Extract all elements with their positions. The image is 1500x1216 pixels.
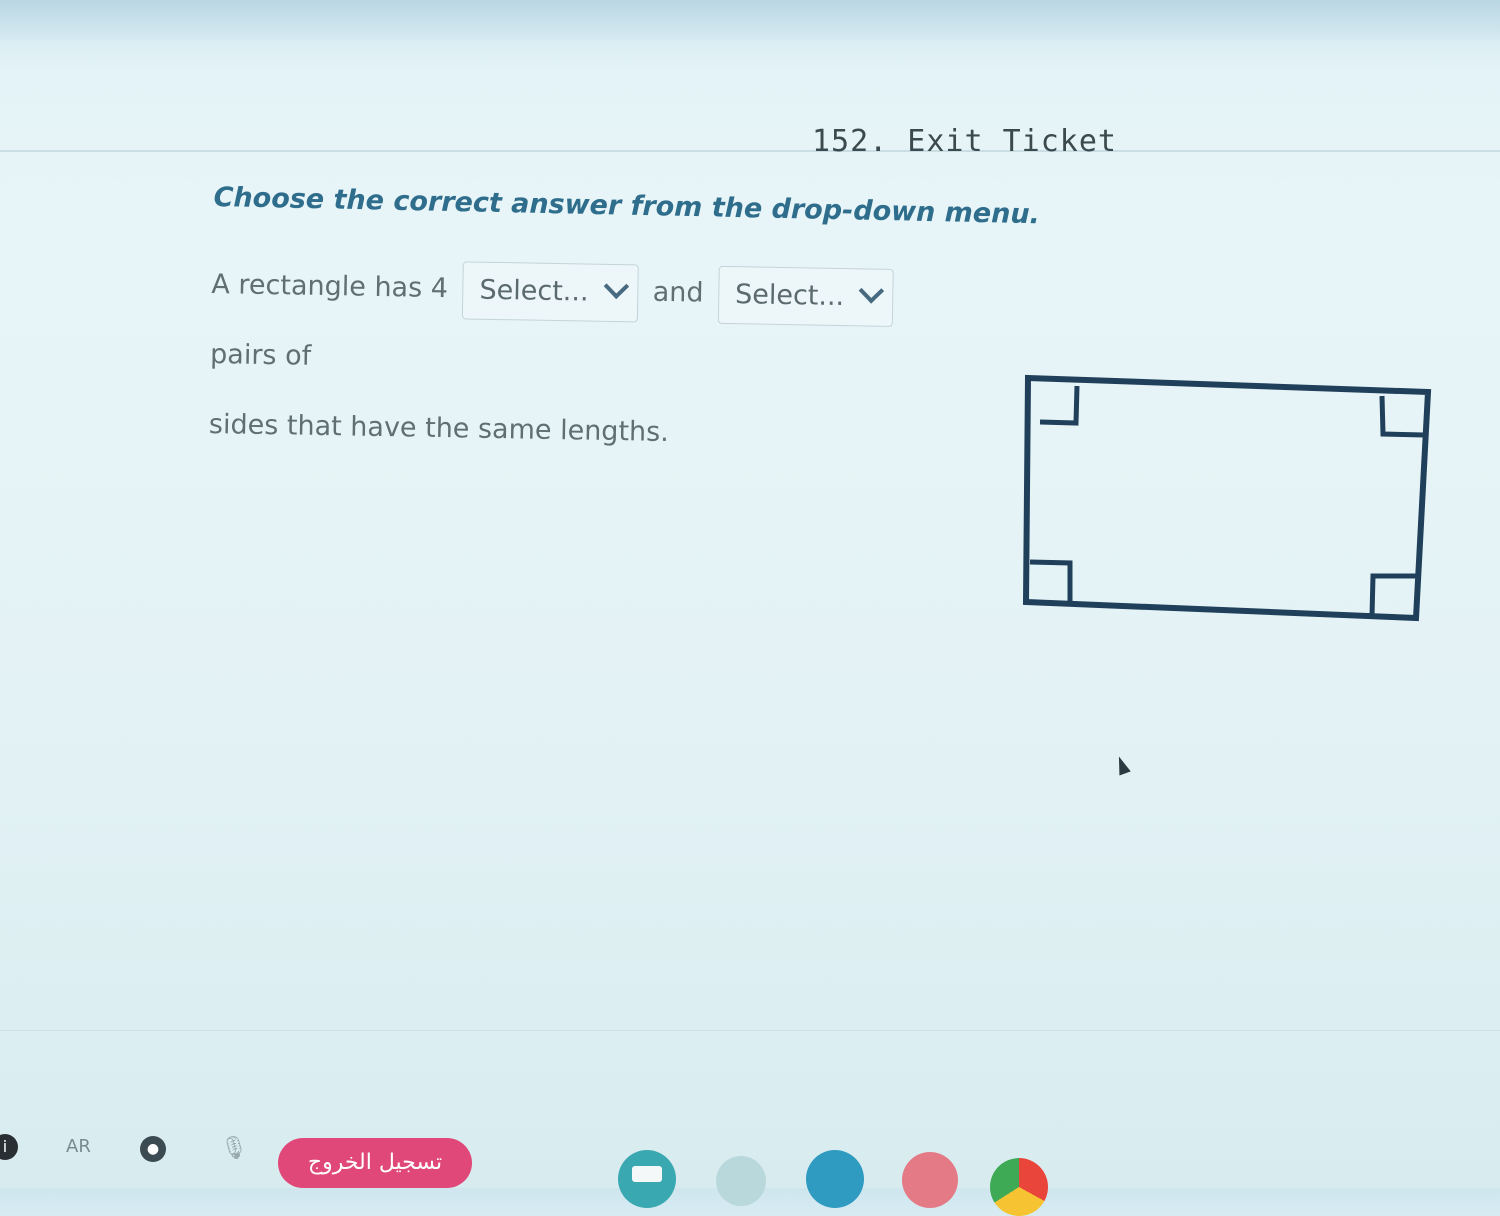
instruction-text: Choose the correct answer from the drop-… <box>213 182 1041 231</box>
dropdown-1-value: Select... <box>479 274 589 308</box>
taskbar: i AR ● 🎙 تسجيل الخروج <box>0 1120 1500 1216</box>
window-top-strip <box>0 0 1500 40</box>
page-header: 152. Exit Ticket <box>0 40 1500 159</box>
question-text-line2: sides that have the same lengths. <box>208 408 670 448</box>
chevron-down-icon <box>603 273 629 299</box>
page-title: 152. Exit Ticket <box>812 124 1117 159</box>
right-angle-marker <box>1369 573 1418 617</box>
classroom-app-icon[interactable] <box>618 1150 676 1208</box>
drive-icon[interactable] <box>806 1150 864 1208</box>
chrome-icon[interactable] <box>990 1158 1048 1216</box>
dropdown-2[interactable]: Select... <box>717 265 895 327</box>
language-indicator[interactable]: AR <box>66 1136 91 1157</box>
chevron-down-icon <box>859 277 885 304</box>
question-text-before: A rectangle has 4 <box>211 268 449 305</box>
question: A rectangle has 4 Select... and Select..… <box>208 250 972 473</box>
record-icon[interactable]: ● <box>140 1136 166 1162</box>
sign-out-button[interactable]: تسجيل الخروج <box>278 1138 472 1188</box>
microphone-icon[interactable]: 🎙 <box>220 1136 248 1161</box>
app-icon[interactable] <box>716 1156 766 1206</box>
divider <box>0 1030 1500 1031</box>
mouse-cursor-icon <box>1113 754 1131 776</box>
right-angle-marker <box>1379 395 1425 438</box>
music-app-icon[interactable] <box>902 1152 958 1208</box>
dropdown-2-value: Select... <box>734 278 845 312</box>
right-angle-marker <box>1039 385 1080 426</box>
question-text-after: pairs of <box>209 338 312 372</box>
rectangle-shape <box>1022 374 1432 622</box>
question-text-middle: and <box>652 276 704 309</box>
info-icon[interactable]: i <box>0 1134 18 1160</box>
right-angle-marker <box>1029 559 1073 604</box>
rectangle-figure <box>1022 374 1432 622</box>
dropdown-1[interactable]: Select... <box>462 260 639 322</box>
